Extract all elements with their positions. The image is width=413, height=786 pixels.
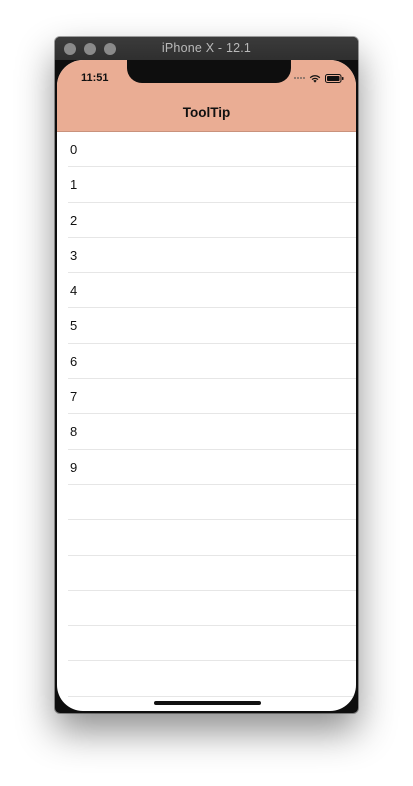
table-row-label: 4 <box>70 283 78 299</box>
status-time: 11:51 <box>81 72 109 84</box>
signal-dots-icon <box>294 77 305 79</box>
table-view[interactable]: 0 1 2 3 4 5 6 7 8 9 <box>57 132 356 698</box>
table-row-label: 5 <box>70 318 78 334</box>
table-row[interactable]: 2 <box>57 203 356 239</box>
table-row[interactable]: 0 <box>57 132 356 168</box>
empty-table-row <box>57 520 356 556</box>
table-row-label: 7 <box>70 389 78 405</box>
empty-table-row <box>57 661 356 698</box>
table-row[interactable]: 3 <box>57 238 356 274</box>
empty-table-row <box>57 485 356 521</box>
wifi-icon <box>309 74 321 83</box>
device-notch <box>127 60 291 83</box>
table-row-label: 2 <box>70 212 78 228</box>
simulator-window: iPhone X - 12.1 11:51 ToolTip 0 1 2 3 4 … <box>55 37 358 713</box>
table-row-label: 0 <box>70 142 78 157</box>
home-indicator[interactable] <box>154 701 261 705</box>
table-row-label: 3 <box>70 247 78 263</box>
table-row[interactable]: 1 <box>57 167 356 203</box>
table-row[interactable]: 7 <box>57 379 356 415</box>
table-row[interactable]: 5 <box>57 308 356 345</box>
empty-table-row <box>57 591 356 627</box>
window-title: iPhone X - 12.1 <box>161 41 252 55</box>
table-row[interactable]: 8 <box>57 414 356 450</box>
empty-table-row <box>57 626 356 662</box>
empty-table-row <box>57 556 356 592</box>
table-row[interactable]: 4 <box>57 273 356 309</box>
table-row[interactable]: 6 <box>57 344 356 380</box>
device-screen: 11:51 ToolTip 0 1 2 3 4 5 6 7 8 9 <box>57 60 356 711</box>
table-row[interactable]: 9 <box>57 450 356 486</box>
table-row-label: 1 <box>70 177 78 193</box>
navigation-bar: 11:51 ToolTip <box>57 60 356 132</box>
table-row-label: 8 <box>70 424 78 440</box>
status-icons <box>294 72 344 84</box>
table-row-label: 6 <box>70 353 78 369</box>
battery-icon <box>325 73 344 83</box>
window-titlebar[interactable]: iPhone X - 12.1 <box>55 37 358 60</box>
table-row-label: 9 <box>70 459 78 475</box>
nav-title: ToolTip <box>182 105 231 120</box>
